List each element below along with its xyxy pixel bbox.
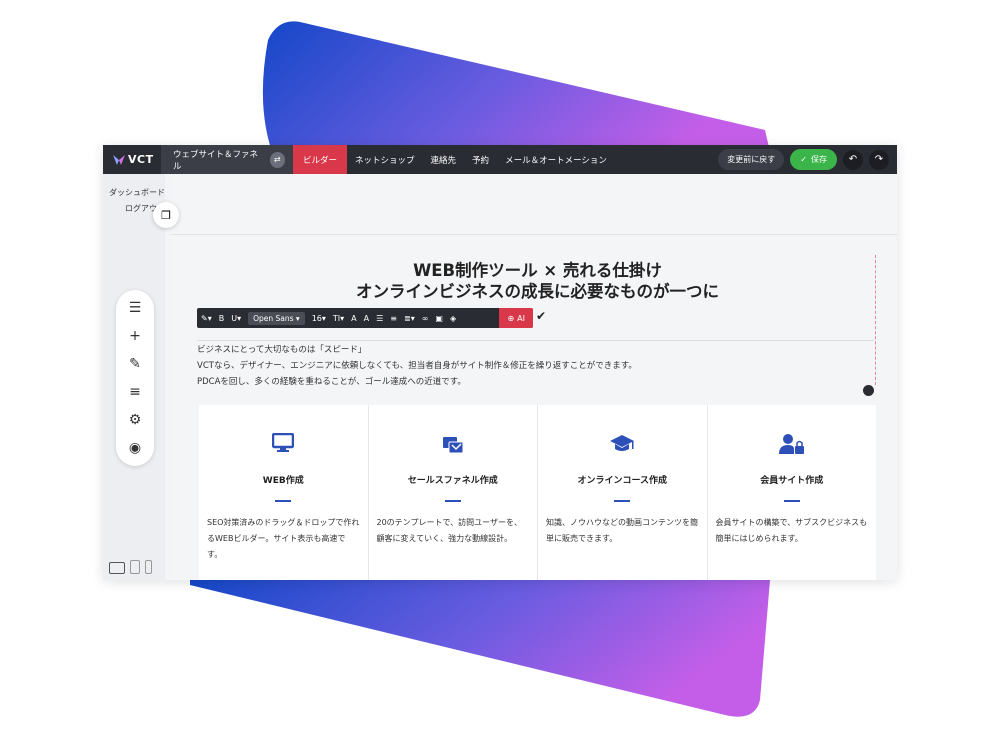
feature-card[interactable]: セールスファネル作成 20のテンプレートで、訪問ユーザーを、顧客に変えていく、強… [369, 405, 538, 580]
font-color-icon[interactable]: A [351, 314, 356, 323]
plus-icon[interactable]: + [125, 326, 145, 345]
site-selector[interactable]: ウェブサイト＆ファネル ⇄ [161, 145, 293, 174]
hero-section: WEB制作ツール × 売れる仕掛け オンラインビジネスの成長に必要なものが一つに… [171, 234, 897, 396]
font-size-select[interactable]: 16▾ [312, 314, 326, 323]
revert-button[interactable]: 変更前に戻す [718, 149, 785, 170]
builder-window: VCT ウェブサイト＆ファネル ⇄ ビルダー ネットショップ 連絡先 予約 メー… [103, 145, 897, 580]
save-button[interactable]: ✓ 保存 [790, 149, 837, 170]
underline-icon[interactable]: U▾ [231, 314, 241, 323]
builder-toolbox: ☰ + ✎ ≡ ⚙ ◉ [116, 290, 154, 466]
bullet-list-icon[interactable]: ☰ [376, 314, 383, 323]
page-canvas: WEB制作ツール × 売れる仕掛け オンラインビジネスの成長に必要なものが一つに… [171, 174, 897, 580]
font-select[interactable]: Open Sans ▾ [248, 311, 305, 325]
ai-label: AI [517, 313, 525, 323]
filter-icon[interactable]: ≡ [125, 382, 145, 401]
card-divider [275, 500, 292, 502]
nav-builder[interactable]: ビルダー [293, 145, 348, 174]
tablet-icon[interactable] [130, 560, 140, 574]
save-label: 保存 [811, 155, 827, 164]
numbered-list-icon[interactable]: ≡ [390, 314, 397, 323]
feature-card[interactable]: オンラインコース作成 知識、ノウハウなどの動画コンテンツを簡単に販売できます。 [538, 405, 708, 580]
card-title: 会員サイト作成 [760, 476, 824, 486]
device-switcher [109, 560, 152, 574]
feature-card[interactable]: WEB作成 SEO対策済みのドラッグ＆ドロップで作れるWEBビルダー。サイト表示… [199, 405, 369, 580]
monitor-icon [199, 433, 368, 453]
feature-card[interactable]: 会員サイト作成 会員サイトの構築で、サブスクビジネスも簡単にはじめられます。 [708, 405, 877, 580]
image-icon[interactable]: ▣ [435, 314, 443, 323]
funnel-icon [369, 433, 538, 455]
top-actions: 変更前に戻す ✓ 保存 ↶ ↷ [718, 149, 897, 170]
dashboard-link[interactable]: ダッシュボード [103, 185, 165, 201]
feature-cards: WEB作成 SEO対策済みのドラッグ＆ドロップで作れるWEBビルダー。サイト表示… [199, 405, 876, 580]
text-size-icon[interactable]: TI▾ [333, 314, 344, 323]
redo-icon[interactable]: ↷ [869, 149, 889, 170]
card-title: WEB作成 [262, 476, 304, 486]
site-selector-label: ウェブサイト＆ファネル [173, 149, 259, 172]
globe-icon: ⊕ [507, 313, 515, 323]
card-text: 知識、ノウハウなどの動画コンテンツを簡単に販売できます。 [546, 518, 698, 543]
card-text: 会員サイトの構築で、サブスクビジネスも簡単にはじめられます。 [715, 518, 868, 543]
brush-icon[interactable]: ✎ [125, 354, 145, 373]
logo-text: VCT [128, 153, 154, 166]
member-lock-icon [708, 433, 877, 455]
align-icon[interactable]: ≣▾ [404, 314, 415, 323]
gradient-top-shape [262, 21, 772, 161]
gradient-bottom-shape [190, 580, 770, 717]
mobile-icon[interactable] [145, 560, 152, 574]
top-bar: VCT ウェブサイト＆ファネル ⇄ ビルダー ネットショップ 連絡先 予約 メー… [103, 145, 897, 174]
headline-line-2[interactable]: オンラインビジネスの成長に必要なものが一つに [199, 278, 876, 302]
block-settings-icon[interactable] [863, 385, 874, 396]
card-title: セールスファネル作成 [407, 476, 498, 486]
nav-shop[interactable]: ネットショップ [347, 145, 423, 174]
logo[interactable]: VCT [103, 153, 161, 166]
desktop-icon[interactable] [109, 562, 125, 574]
nav-mail-automation[interactable]: メール＆オートメーション [497, 145, 615, 174]
gear-icon[interactable]: ⚙ [125, 410, 145, 429]
body-text-line: ビジネスにとって大切なものは「スピード」 [197, 345, 367, 355]
link-icon[interactable]: ∞ [422, 314, 429, 323]
logo-mark-icon [113, 154, 125, 165]
undo-icon[interactable]: ↶ [843, 149, 863, 170]
card-divider [614, 500, 631, 502]
nav-shop-label: ネットショップ [355, 155, 415, 166]
swap-icon[interactable]: ⇄ [269, 151, 285, 168]
duplicate-icon[interactable]: ❐ [153, 202, 179, 228]
ai-button[interactable]: ⊕ AI [499, 308, 533, 328]
magic-icon[interactable]: ✎▾ [201, 314, 212, 323]
font-size-label: 16 [311, 313, 322, 323]
nav-contacts-label: 連絡先 [430, 155, 457, 166]
nav-contacts[interactable]: 連絡先 [423, 145, 465, 174]
card-divider [783, 500, 800, 502]
body-text-line: PDCAを回し、多くの経験を重ねることが、ゴール達成への近道です。 [197, 377, 466, 387]
card-divider [444, 500, 461, 502]
clear-format-icon[interactable]: ◈ [450, 314, 456, 323]
font-select-label: Open Sans [253, 313, 294, 323]
body-text-block[interactable]: ビジネスにとって大切なものは「スピード」 VCTなら、デザイナー、エンジニアに依… [197, 340, 874, 396]
menu-icon[interactable]: ☰ [125, 298, 145, 317]
card-text: SEO対策済みのドラッグ＆ドロップで作れるWEBビルダー。サイト表示も高速です。 [207, 518, 360, 559]
bold-icon[interactable]: B [219, 314, 225, 323]
nav-booking[interactable]: 予約 [464, 145, 497, 174]
text-format-toolbar: ✎▾ B U▾ Open Sans ▾ 16▾ TI▾ A A ☰ ≡ ≣▾ ∞… [197, 308, 533, 328]
graduation-cap-icon [538, 433, 707, 453]
highlight-icon[interactable]: A [364, 314, 369, 323]
body-text-line: VCTなら、デザイナー、エンジニアに依頼しなくても、担当者自身がサイト制作＆修正… [197, 361, 637, 371]
card-title: オンラインコース作成 [577, 476, 668, 486]
stage: VCT ウェブサイト＆ファネル ⇄ ビルダー ネットショップ 連絡先 予約 メー… [0, 0, 1000, 750]
nav-booking-label: 予約 [472, 155, 490, 166]
pen-cursor-icon: ✔ [536, 309, 547, 323]
card-text: 20のテンプレートで、訪問ユーザーを、顧客に変えていく、強力な動線設計。 [376, 518, 522, 543]
eye-icon[interactable]: ◉ [125, 438, 145, 457]
nav-builder-label: ビルダー [303, 155, 338, 166]
check-icon: ✓ [800, 155, 807, 164]
nav-mail-label: メール＆オートメーション [505, 155, 607, 166]
